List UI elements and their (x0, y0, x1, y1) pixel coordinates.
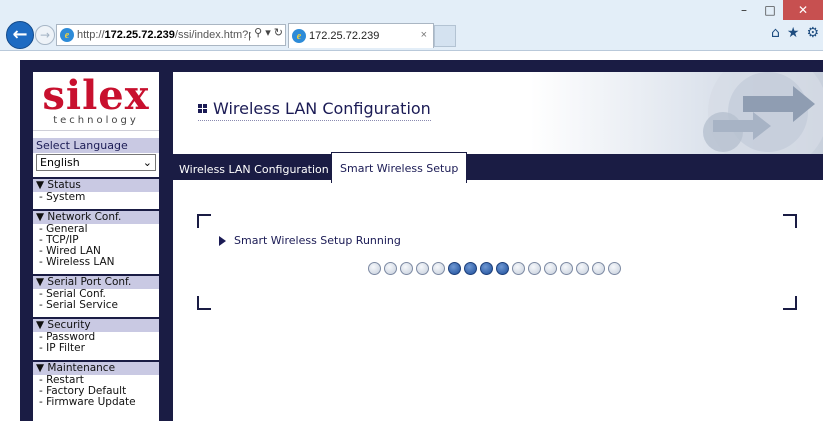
grid-icon (198, 104, 207, 113)
progress-dot (496, 262, 509, 275)
gear-icon[interactable]: ⚙ (806, 25, 819, 41)
language-label: Select Language (33, 138, 159, 153)
progress-dot (400, 262, 413, 275)
logo-main-text: silex (42, 72, 150, 119)
address-tools[interactable]: ⚲ ▾ ↻ (251, 26, 283, 39)
tab-wireless-lan-configuration[interactable]: Wireless LAN Configuration (175, 158, 333, 180)
home-icon[interactable]: ⌂ (771, 25, 780, 41)
silex-logo: silex technology (33, 72, 159, 131)
page-title-text: Wireless LAN Configuration (213, 99, 431, 118)
progress-dot (512, 262, 525, 275)
star-icon[interactable]: ★ (787, 25, 800, 41)
progress-dot (544, 262, 557, 275)
sidebar-item-firmware-update[interactable]: - Firmware Update (33, 397, 159, 408)
panel-corner (197, 296, 211, 310)
new-tab-button[interactable] (434, 25, 456, 47)
address-prefix: http:// (77, 29, 105, 41)
progress-dot (368, 262, 381, 275)
address-bar[interactable]: e http://172.25.72.239/ssi/index.htm?paı… (56, 24, 286, 46)
arrow-right-icon: → (39, 28, 51, 42)
sidebar: silex technology Select Language English… (33, 72, 159, 421)
triangle-right-icon (219, 235, 226, 246)
page-title: Wireless LAN Configuration (198, 99, 431, 121)
progress-dot (576, 262, 589, 275)
window-controls: – □ ✕ (731, 0, 823, 20)
sidebar-item-serial-service[interactable]: - Serial Service (33, 300, 159, 311)
sidebar-section-maintenance: ▼ Maintenance - Restart - Factory Defaul… (33, 360, 159, 408)
browser-toolbar-icons: ⌂ ★ ⚙ (771, 25, 819, 41)
status-text: Smart Wireless Setup Running (234, 234, 401, 247)
header-banner: Wireless LAN Configuration (173, 72, 823, 154)
chevron-down-icon: ⌄ (142, 156, 152, 169)
ie-icon: e (60, 28, 74, 42)
ie-icon: e (292, 29, 306, 43)
sidebar-item-wireless-lan[interactable]: - Wireless LAN (33, 257, 159, 268)
language-select[interactable]: English ⌄ (36, 154, 156, 171)
minimize-button[interactable]: – (731, 0, 757, 20)
progress-indicator (368, 262, 621, 275)
panel-corner (783, 296, 797, 310)
sidebar-section-network: ▼ Network Conf. - General - TCP/IP - Wir… (33, 209, 159, 268)
progress-dot (528, 262, 541, 275)
sidebar-section-status: ▼ Status - System (33, 177, 159, 203)
main-panel: Wireless LAN Configuration Wireless LAN … (173, 72, 823, 421)
progress-dot (384, 262, 397, 275)
maximize-button[interactable]: □ (757, 0, 783, 20)
progress-dot (608, 262, 621, 275)
forward-button[interactable]: → (35, 25, 55, 45)
progress-dot (480, 262, 493, 275)
back-button[interactable]: ← (6, 21, 34, 49)
panel-corner (783, 214, 797, 228)
browser-tab[interactable]: e 172.25.72.239 × (288, 23, 434, 48)
progress-dot (416, 262, 429, 275)
status-panel: Smart Wireless Setup Running (197, 214, 797, 310)
address-host: 172.25.72.239 (104, 29, 175, 41)
progress-dot (560, 262, 573, 275)
arrow-left-icon: ← (12, 24, 28, 45)
banner-decoration (703, 72, 823, 154)
language-value: English (40, 156, 80, 169)
sidebar-section-serial: ▼ Serial Port Conf. - Serial Conf. - Ser… (33, 274, 159, 311)
panel-corner (197, 214, 211, 228)
tab-bar: Wireless LAN Configuration Smart Wireles… (173, 152, 823, 183)
progress-dot (432, 262, 445, 275)
progress-dot (464, 262, 477, 275)
tab-smart-wireless-setup[interactable]: Smart Wireless Setup (331, 152, 468, 183)
progress-dot (592, 262, 605, 275)
tab-title: 172.25.72.239 (309, 30, 380, 42)
sidebar-section-security: ▼ Security - Password - IP Filter (33, 317, 159, 354)
browser-chrome: – □ ✕ ← → e http://172.25.72.239/ssi/ind… (0, 0, 823, 51)
tab-close-icon[interactable]: × (421, 29, 427, 41)
sidebar-item-system[interactable]: - System (33, 192, 159, 203)
status-message: Smart Wireless Setup Running (219, 234, 401, 247)
close-window-button[interactable]: ✕ (783, 0, 823, 20)
sidebar-item-ip-filter[interactable]: - IP Filter (33, 343, 159, 354)
progress-dot (448, 262, 461, 275)
